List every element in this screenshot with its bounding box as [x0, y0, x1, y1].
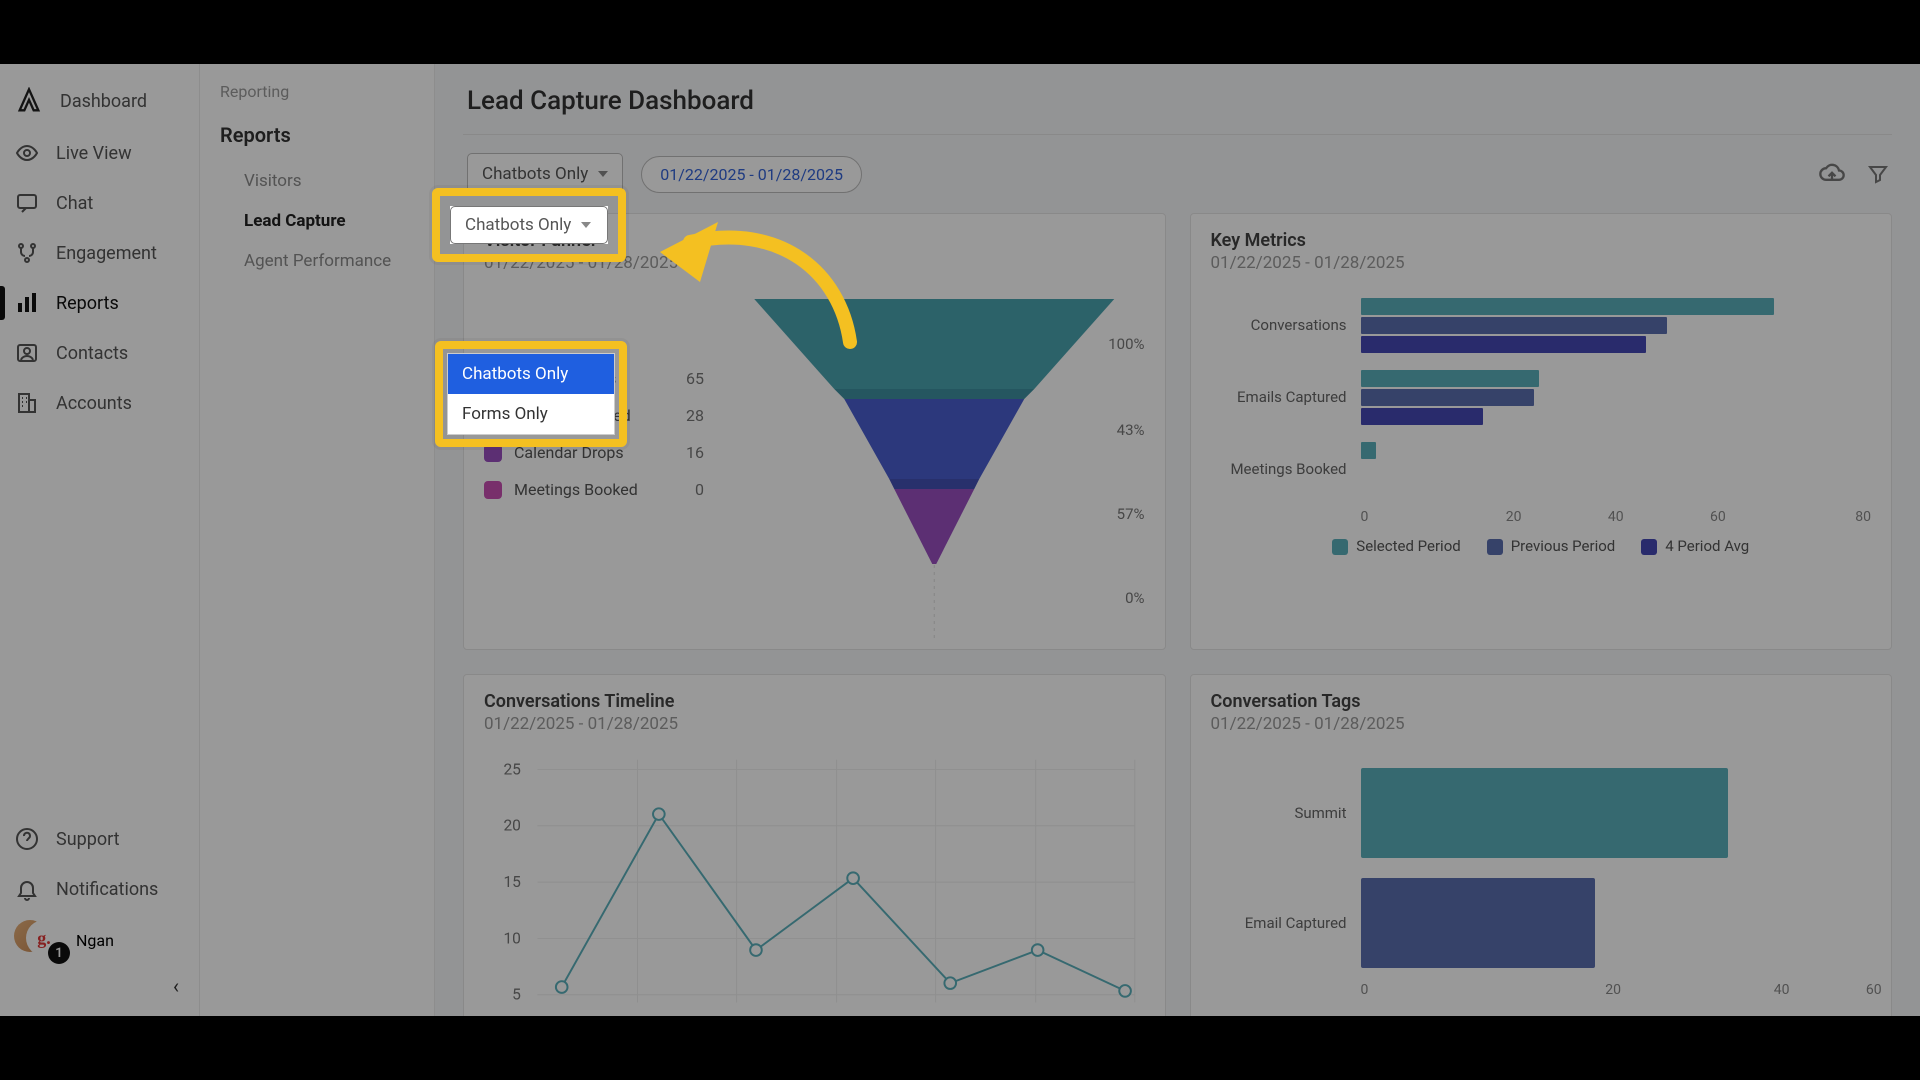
- bell-icon: [14, 876, 40, 902]
- nav-label: Support: [56, 829, 120, 850]
- person-icon: [14, 340, 40, 366]
- dropdown-option-chatbots[interactable]: Chatbots Only: [448, 354, 614, 394]
- avatar: g. 1: [14, 920, 64, 960]
- notification-badge: 1: [48, 942, 70, 964]
- nav-label: Engagement: [56, 243, 157, 264]
- subnav-lead-capture[interactable]: Lead Capture: [220, 201, 414, 241]
- primary-nav: Dashboard Live View Chat Engagement: [0, 64, 200, 1016]
- nav-support[interactable]: Support: [0, 814, 199, 864]
- user-name: Ngan: [76, 931, 114, 950]
- svg-text:5: 5: [512, 986, 521, 1004]
- branch-icon: [14, 240, 40, 266]
- collapse-sidebar-button[interactable]: ‹: [0, 966, 199, 1006]
- subnav-eyebrow: Reporting: [220, 82, 414, 101]
- eye-icon: [14, 140, 40, 166]
- tags-chart: Summit Email Captured 0 20 40 60: [1211, 758, 1872, 1000]
- select-value: Chatbots Only: [482, 164, 588, 184]
- chat-icon: [14, 190, 40, 216]
- key-metrics-chart: Conversations Emails Captured: [1211, 289, 1872, 555]
- svg-text:25: 25: [503, 760, 521, 778]
- nav-contacts[interactable]: Contacts: [0, 328, 199, 378]
- nav-label: Notifications: [56, 879, 158, 900]
- nav-chat[interactable]: Chat: [0, 178, 199, 228]
- nav-label: Chat: [56, 193, 93, 214]
- main-content: Lead Capture Dashboard Chatbots Only 01/…: [435, 64, 1920, 1016]
- card-title: Conversation Tags: [1211, 691, 1872, 712]
- card-title: Conversations Timeline: [484, 691, 1145, 712]
- card-subtitle: 01/22/2025 - 01/28/2025: [1211, 253, 1872, 273]
- nav-notifications[interactable]: Notifications: [0, 864, 199, 914]
- caret-down-icon: [581, 222, 591, 228]
- nav-accounts[interactable]: Accounts: [0, 378, 199, 428]
- funnel-chart: 100% 43% 57% 0%: [724, 299, 1145, 639]
- key-metrics-card: Key Metrics 01/22/2025 - 01/28/2025 Conv…: [1190, 213, 1893, 650]
- user-menu[interactable]: g. 1 Ngan: [0, 914, 199, 966]
- logo-icon: [14, 86, 44, 116]
- nav-label: Reports: [56, 293, 119, 314]
- reports-subnav: Reporting Reports Visitors Lead Capture …: [200, 64, 435, 1016]
- bars-icon: [14, 290, 40, 316]
- source-filter-select-highlight[interactable]: Chatbots Only: [450, 206, 608, 244]
- svg-text:20: 20: [503, 817, 520, 835]
- svg-text:10: 10: [503, 929, 520, 947]
- export-button[interactable]: [1818, 160, 1846, 188]
- nav-label: Dashboard: [60, 91, 147, 112]
- nav-label: Contacts: [56, 343, 128, 364]
- page-title: Lead Capture Dashboard: [467, 86, 1892, 116]
- nav-label: Live View: [56, 143, 132, 164]
- subnav-visitors[interactable]: Visitors: [220, 161, 414, 201]
- help-icon: [14, 826, 40, 852]
- highlight-dropdown: Chatbots Only Forms Only: [435, 341, 627, 447]
- filter-button[interactable]: [1864, 160, 1892, 188]
- subnav-agent-performance[interactable]: Agent Performance: [220, 241, 414, 281]
- nav-dashboard[interactable]: Dashboard: [0, 74, 199, 128]
- date-range-chip[interactable]: 01/22/2025 - 01/28/2025: [641, 156, 862, 193]
- nav-reports[interactable]: Reports: [0, 278, 199, 328]
- card-subtitle: 01/22/2025 - 01/28/2025: [484, 714, 1145, 734]
- nav-live-view[interactable]: Live View: [0, 128, 199, 178]
- highlight-source-filter: Chatbots Only: [432, 188, 626, 262]
- card-subtitle: 01/22/2025 - 01/28/2025: [1211, 714, 1872, 734]
- nav-engagement[interactable]: Engagement: [0, 228, 199, 278]
- dropdown-option-forms[interactable]: Forms Only: [448, 394, 614, 434]
- conversation-tags-card: Conversation Tags 01/22/2025 - 01/28/202…: [1190, 674, 1893, 1016]
- building-icon: [14, 390, 40, 416]
- timeline-chart: 25 20 15 10 5: [484, 746, 1145, 1016]
- svg-text:15: 15: [503, 873, 521, 891]
- caret-down-icon: [598, 171, 608, 177]
- filter-bar: Chatbots Only 01/22/2025 - 01/28/2025: [463, 134, 1892, 213]
- subnav-heading: Reports: [220, 123, 414, 147]
- card-title: Key Metrics: [1211, 230, 1872, 251]
- conversations-timeline-card: Conversations Timeline 01/22/2025 - 01/2…: [463, 674, 1166, 1016]
- nav-label: Accounts: [56, 393, 132, 414]
- chevron-left-icon: ‹: [173, 974, 179, 998]
